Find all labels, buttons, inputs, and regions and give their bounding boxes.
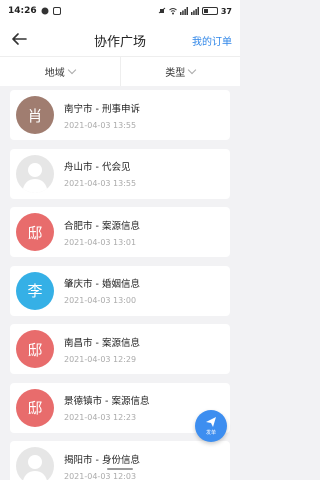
item-title: 舟山市 - 代会见 (64, 162, 131, 173)
send-icon (206, 417, 216, 427)
chevron-down-icon (188, 65, 197, 75)
avatar: 李 (16, 271, 54, 310)
post-order-button[interactable]: 发单 (195, 410, 227, 442)
item-title: 景德镇市 - 案源信息 (64, 396, 150, 407)
avatar (16, 154, 54, 193)
item-title: 揭阳市 - 身份信息 (64, 454, 140, 466)
list-item[interactable]: 邸 南昌市 - 案源信息 2021-04-03 12:29 (10, 324, 230, 374)
chevron-down-icon (67, 65, 76, 75)
type-filter-label: 类型 (165, 68, 186, 79)
region-filter[interactable]: 地域 (0, 57, 120, 86)
avatar: 邸 (16, 388, 54, 427)
signal-icon-2 (190, 7, 199, 15)
avatar (16, 447, 54, 480)
post-order-label: 发单 (205, 430, 216, 436)
item-title: 南昌市 - 案源信息 (64, 337, 140, 349)
signal-icon (179, 7, 188, 15)
status-time: 14:26 (8, 6, 37, 16)
avatar: 邸 (16, 330, 54, 368)
status-bar: 14:26 37 (0, 0, 240, 22)
avatar: 邸 (16, 213, 54, 251)
item-time: 2021-04-03 13:55 (64, 179, 137, 188)
type-filter[interactable]: 类型 (119, 57, 241, 86)
item-title: 合肥市 - 案源信息 (64, 220, 140, 232)
list-item[interactable]: 揭阳市 - 身份信息 2021-04-03 12:03 (10, 441, 230, 480)
item-time: 2021-04-03 12:03 (64, 471, 137, 480)
list-item[interactable]: 肖 南宁市 - 刑事申诉 2021-04-03 13:55 (10, 90, 230, 140)
my-orders-link[interactable]: 我的订单 (192, 33, 232, 48)
battery-level: 37 (220, 6, 232, 16)
app-header: 协作广场 我的订单 (0, 22, 240, 56)
default-avatar-icon (23, 455, 47, 480)
wifi-icon (169, 8, 177, 15)
avatar: 肖 (16, 96, 54, 134)
item-time: 2021-04-03 12:29 (64, 354, 137, 364)
home-indicator[interactable] (107, 468, 133, 470)
mute-icon (158, 7, 166, 14)
item-time: 2021-04-03 13:55 (64, 120, 137, 130)
item-time: 2021-04-03 13:01 (64, 237, 137, 247)
list-item[interactable]: 舟山市 - 代会见 2021-04-03 13:55 (10, 148, 230, 199)
list-item[interactable]: 邸 合肥市 - 案源信息 2021-04-03 13:01 (10, 207, 230, 257)
filter-bar: 地域 类型 (0, 56, 240, 86)
item-time: 2021-04-03 13:00 (64, 296, 137, 305)
default-avatar-icon (22, 162, 48, 193)
battery-icon (201, 7, 218, 15)
item-time: 2021-04-03 12:23 (64, 413, 137, 422)
notification-icon (41, 7, 49, 15)
item-title: 南宁市 - 刑事申诉 (64, 103, 140, 115)
app-icon (52, 7, 61, 15)
region-filter-label: 地域 (44, 68, 65, 79)
item-title: 肇庆市 - 婚姻信息 (64, 279, 140, 290)
list-item[interactable]: 李 肇庆市 - 婚姻信息 2021-04-03 13:00 (10, 265, 230, 316)
